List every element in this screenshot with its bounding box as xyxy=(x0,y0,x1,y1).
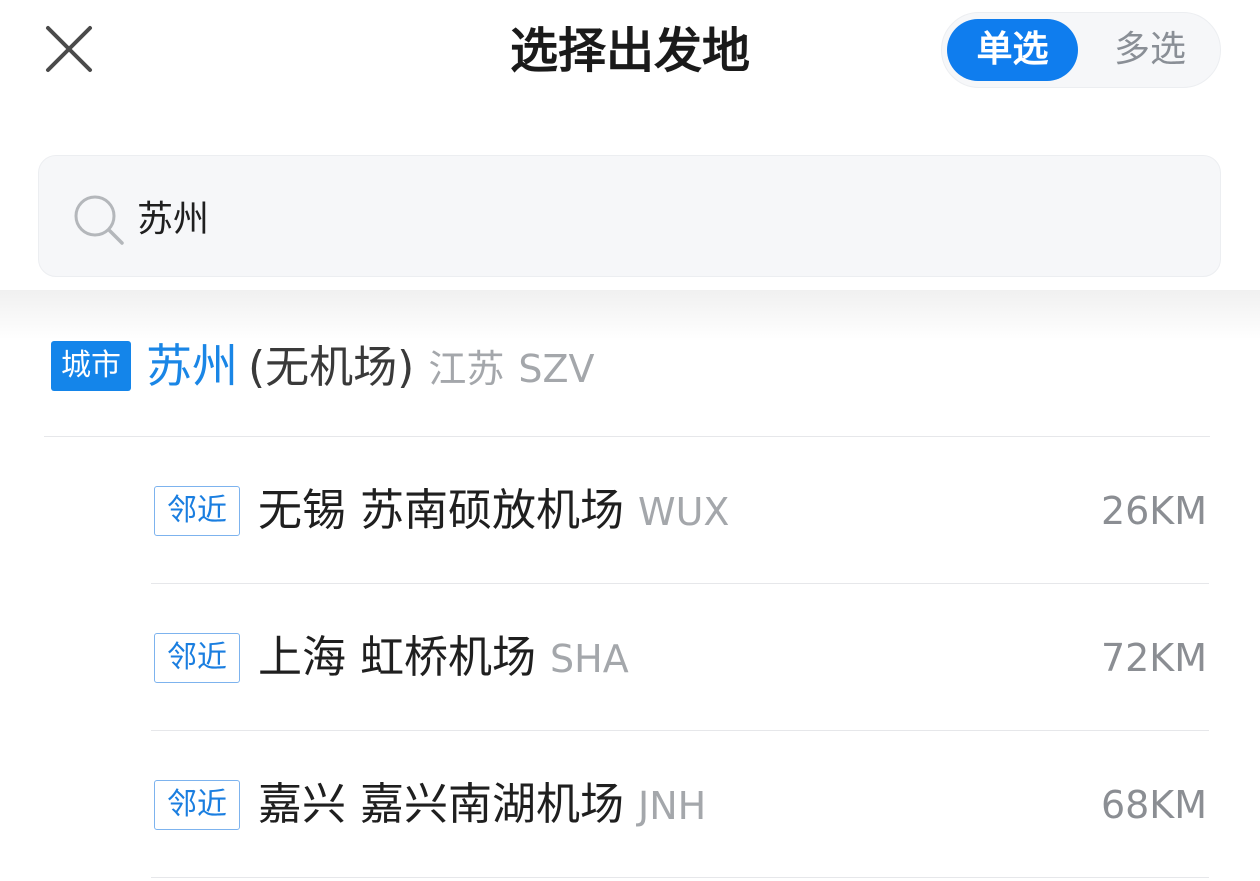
city-result-row[interactable]: 城市 苏州 (无机场) 江苏 SZV xyxy=(44,300,1210,437)
city-province: 江苏 xyxy=(428,347,505,391)
airport-code: WUX xyxy=(638,490,730,534)
nearby-tag: 邻近 xyxy=(154,486,240,536)
search-bar[interactable] xyxy=(38,155,1221,277)
multi-select-option[interactable]: 多选 xyxy=(1088,19,1212,81)
city-airport-note: (无机场) xyxy=(248,342,415,393)
nearby-tag: 邻近 xyxy=(154,633,240,683)
search-input[interactable] xyxy=(137,186,1187,246)
airport-code: JNH xyxy=(638,784,707,828)
close-icon xyxy=(40,20,100,80)
nearby-airport-row[interactable]: 邻近 嘉兴 嘉兴南湖机场 JNH 68KM xyxy=(151,731,1209,878)
selection-mode-toggle: 单选 多选 xyxy=(941,12,1221,88)
city-name: 苏州 xyxy=(146,339,238,393)
nearby-airport-row[interactable]: 邻近 无锡 苏南硕放机场 WUX 26KM xyxy=(151,437,1209,584)
airport-name: 嘉兴 嘉兴南湖机场 xyxy=(258,779,624,830)
airport-distance: 26KM xyxy=(1100,489,1207,533)
airport-name: 无锡 苏南硕放机场 xyxy=(258,485,624,536)
single-select-option[interactable]: 单选 xyxy=(947,19,1078,81)
city-tag: 城市 xyxy=(51,341,131,391)
nearby-tag: 邻近 xyxy=(154,780,240,830)
airport-distance: 72KM xyxy=(1100,636,1207,680)
airport-name: 上海 虹桥机场 xyxy=(258,632,536,683)
close-button[interactable] xyxy=(40,20,100,80)
nearby-airport-row[interactable]: 邻近 上海 虹桥机场 SHA 72KM xyxy=(151,584,1209,731)
header-bar: 选择出发地 单选 多选 xyxy=(0,0,1260,140)
city-code: SZV xyxy=(518,347,595,391)
airport-code: SHA xyxy=(550,637,629,681)
airport-distance: 68KM xyxy=(1100,783,1207,827)
search-icon xyxy=(71,192,127,248)
